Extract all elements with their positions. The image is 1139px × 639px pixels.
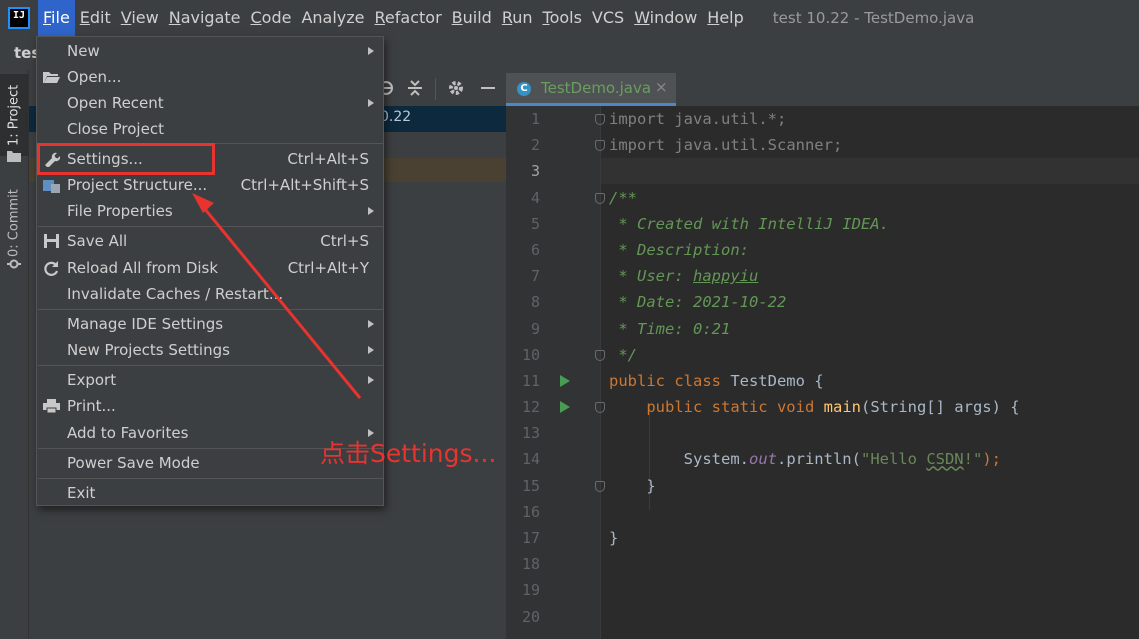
annotation-text: 点击Settings...	[320, 439, 497, 468]
annotation-arrow-icon	[192, 193, 362, 399]
